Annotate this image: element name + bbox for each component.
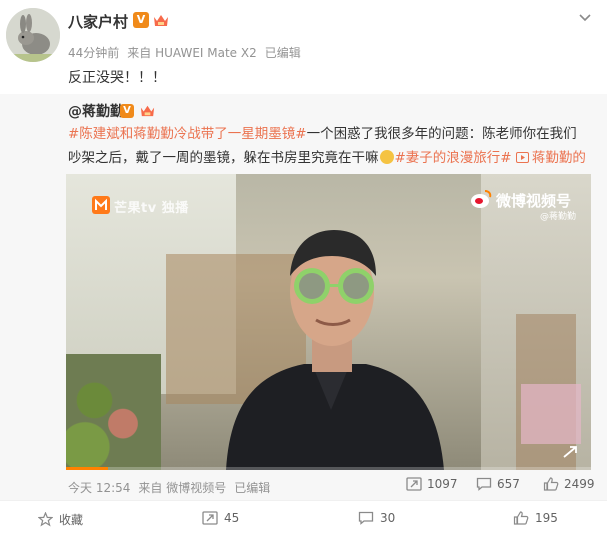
weibo-logo-icon — [471, 190, 492, 208]
chevron-down-icon[interactable] — [577, 10, 593, 26]
hashtag-link-2[interactable]: #妻子的浪漫旅行# — [395, 150, 512, 166]
like-count: 195 — [535, 511, 558, 525]
comment-count: 30 — [380, 511, 396, 525]
thumbs-up-icon — [543, 477, 559, 491]
post-author-name[interactable]: 八家户村 — [68, 11, 128, 32]
post-action-bar: 收藏 45 30 195 — [0, 500, 607, 538]
video-link-icon — [515, 152, 529, 163]
comment-button[interactable]: 30 — [358, 511, 395, 525]
comment-icon — [476, 477, 492, 491]
post-text: 反正没哭！！！ — [68, 70, 166, 86]
video-frame-person — [226, 230, 444, 470]
video-bg-flowers — [66, 354, 161, 470]
weibo-video-watermark: 微博视频号 — [496, 192, 572, 210]
favorite-label: 收藏 — [59, 513, 84, 527]
hashtag-link[interactable]: #陈建斌和蒋勤勤冷战带了一星期墨镜# — [68, 126, 307, 142]
post-time[interactable]: 44分钟前 — [68, 46, 119, 60]
avatar[interactable] — [6, 8, 60, 62]
reposted-author[interactable]: @蒋勤勤 — [68, 101, 124, 121]
reposted-repost-count[interactable]: 1097 — [406, 477, 458, 491]
post-meta: 44分钟前 来自 HUAWEI Mate X2 已编辑 — [68, 44, 309, 61]
rabbit-avatar-image — [6, 8, 60, 62]
reposted-like-count-label: 2499 — [564, 477, 595, 491]
mango-tv-watermark: 芒果tv 独播 — [114, 201, 189, 216]
repost-count: 45 — [224, 511, 240, 525]
video-progress-bar[interactable] — [66, 467, 591, 470]
repost-button[interactable]: 45 — [202, 511, 239, 525]
reposted-crown-icon — [140, 105, 155, 117]
reposted-card: @蒋勤勤 V #陈建斌和蒋勤勤冷战带了一星期墨镜#一个困惑了我很多年的问题：陈老… — [0, 94, 607, 500]
reposted-time[interactable]: 今天 12:54 — [68, 481, 130, 495]
star-icon — [38, 512, 53, 527]
like-button[interactable]: 195 — [513, 511, 558, 525]
video-progress-fill — [66, 467, 108, 470]
repost-icon — [406, 477, 422, 491]
video-player[interactable]: 芒果tv 独播 微博视频号 @蒋勤勤 — [66, 174, 591, 470]
thinking-emoji-icon — [379, 150, 394, 164]
reposted-repost-count-label: 1097 — [427, 477, 458, 491]
reposted-like-count[interactable]: 2499 — [543, 477, 595, 491]
reposted-edited-label[interactable]: 已编辑 — [234, 481, 270, 495]
repost-icon — [202, 511, 218, 525]
video-bg-box — [521, 384, 581, 444]
reposted-source: 来自 微博视频号 — [138, 481, 227, 495]
reposted-comment-count-label: 657 — [497, 477, 520, 491]
reposted-verified-badge-icon: V — [120, 104, 134, 118]
post-edited-label[interactable]: 已编辑 — [265, 46, 301, 60]
member-crown-icon — [154, 15, 168, 26]
weibo-video-watermark-handle: @蒋勤勤 — [540, 212, 577, 222]
comment-icon — [358, 511, 374, 525]
verified-badge-icon: V — [133, 12, 149, 28]
post-source: 来自 HUAWEI Mate X2 — [127, 46, 257, 60]
thumbs-up-icon — [513, 511, 529, 525]
reposted-footer: 今天 12:54 来自 微博视频号 已编辑 1097 657 2499 — [0, 474, 607, 500]
favorite-button[interactable]: 收藏 — [38, 511, 83, 528]
reposted-meta: 今天 12:54 来自 微博视频号 已编辑 — [68, 479, 278, 496]
video-expand-icon[interactable] — [561, 444, 579, 460]
reposted-comment-count[interactable]: 657 — [476, 477, 520, 491]
